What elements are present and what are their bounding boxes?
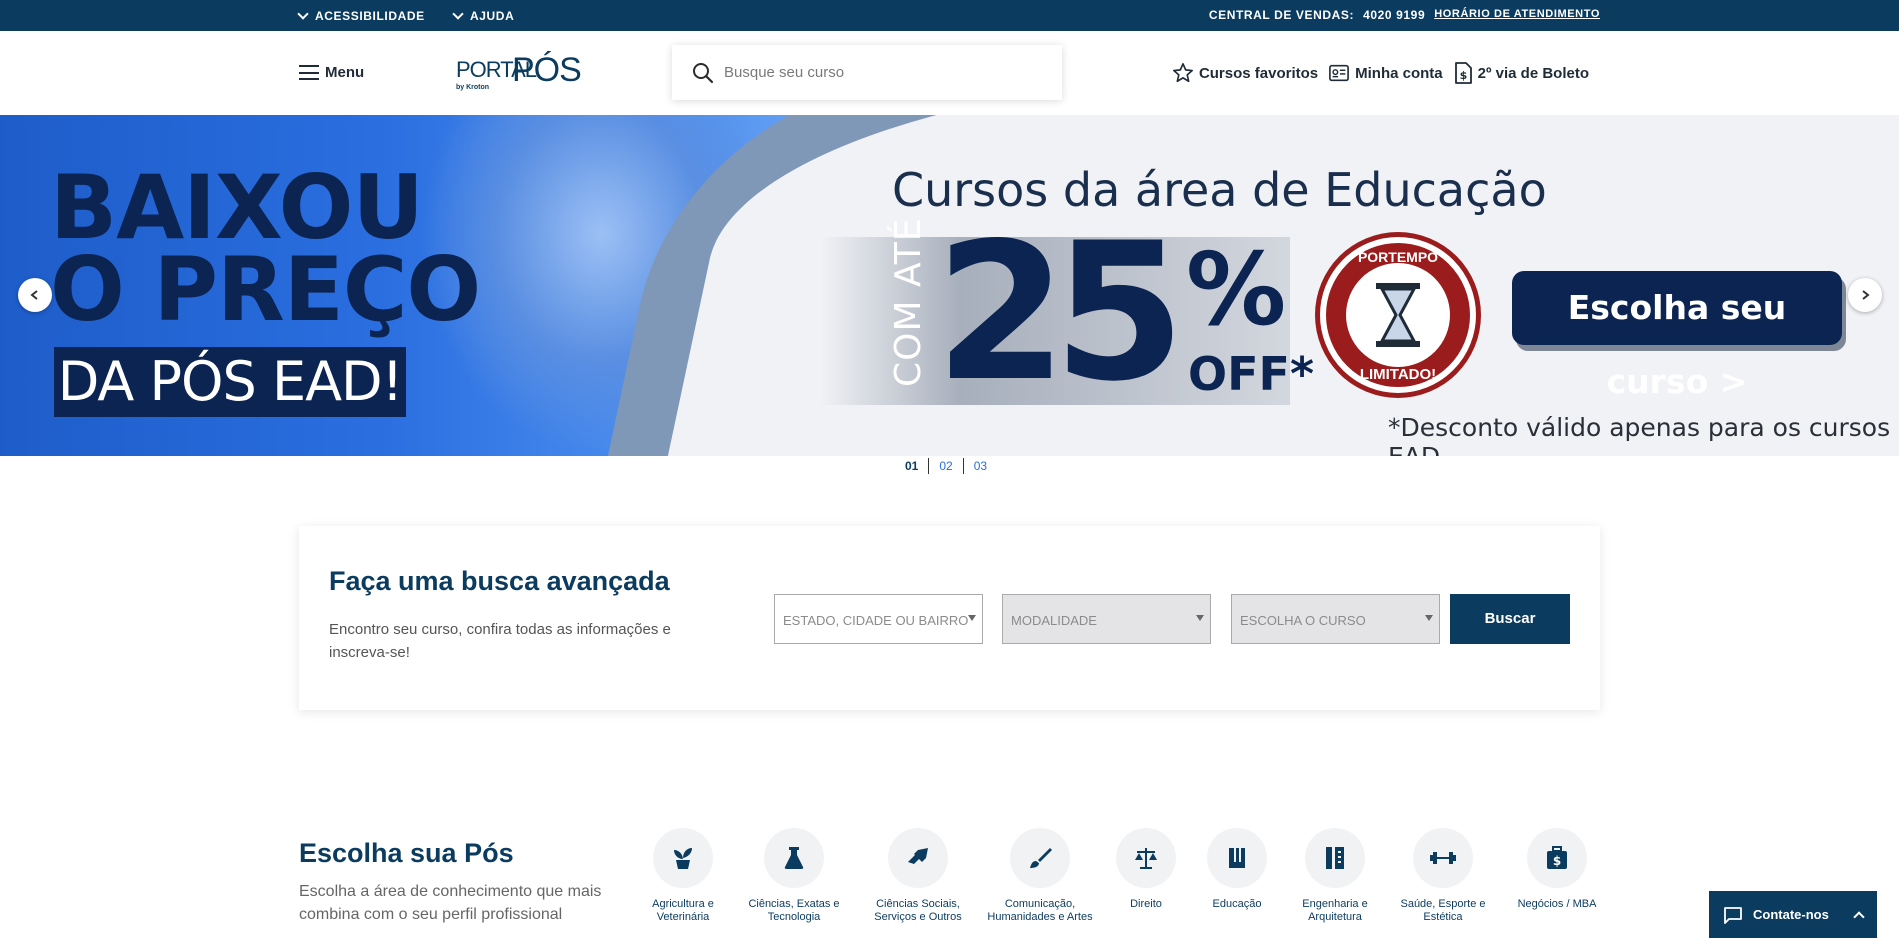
account-label: Minha conta — [1355, 64, 1443, 82]
caret-down-icon — [1425, 615, 1433, 621]
menu-button[interactable]: Menu — [299, 64, 364, 81]
banner-headline: BAIXOU O PREÇO — [50, 156, 481, 341]
category-ciencias-exatas[interactable]: Ciências, Exatas e Tecnologia — [739, 828, 849, 924]
discount-off: OFF* — [1188, 347, 1315, 401]
discount-number: 25 — [935, 202, 1185, 423]
hamburger-icon — [299, 65, 319, 80]
ruler-icon — [1326, 847, 1344, 869]
sales-label: CENTRAL DE VENDAS: — [1208, 8, 1355, 22]
chevron-down-icon — [452, 7, 464, 20]
advanced-search-panel: Faça uma busca avançada Encontro seu cur… — [299, 526, 1600, 710]
location-select[interactable]: ESTADO, CIDADE OU BAIRRO — [774, 594, 983, 644]
category-comunicacao[interactable]: Comunicação, Humanidades e Artes — [985, 828, 1095, 924]
promo-banner[interactable]: BAIXOU O PREÇO DA PÓS EAD! Cursos da áre… — [0, 115, 1899, 456]
carousel-page-3[interactable]: 03 — [974, 459, 987, 473]
category-engenharia[interactable]: Engenharia e Arquitetura — [1280, 828, 1390, 924]
accessibility-label: ACESSIBILIDADE — [315, 9, 425, 23]
favorites-label: Cursos favoritos — [1198, 64, 1319, 82]
modalidade-select[interactable]: MODALIDADE — [1002, 594, 1211, 644]
caret-down-icon — [968, 615, 976, 621]
contact-label: Contate-nos — [1753, 907, 1829, 922]
discount-percent: % — [1186, 231, 1287, 348]
hourglass-icon — [1376, 283, 1420, 347]
caret-down-icon — [1196, 615, 1204, 621]
menu-label: Menu — [325, 64, 365, 81]
top-bar: ACESSIBILIDADE AJUDA CENTRAL DE VENDAS: … — [0, 0, 1899, 31]
help-dropdown[interactable]: AJUDA — [452, 7, 515, 23]
carousel-page-2[interactable]: 02 — [939, 459, 952, 473]
svg-text:$: $ — [1553, 854, 1561, 868]
scale-icon — [1135, 848, 1157, 869]
account-link[interactable]: Minha conta — [1328, 61, 1443, 85]
chevron-right-icon — [1862, 290, 1870, 300]
search-button[interactable]: Buscar — [1450, 594, 1570, 644]
handshake-icon — [908, 848, 928, 868]
limited-time-seal: PORTEMPO LIMITADO! — [1320, 237, 1476, 393]
site-header: Menu PORTAL PÓS by Kroton Cursos favorit… — [0, 31, 1899, 115]
chevron-left-icon — [30, 290, 38, 300]
plant-icon — [674, 848, 692, 869]
sales-phone[interactable]: 4020 9199 — [1363, 8, 1425, 22]
brush-icon — [1030, 848, 1052, 868]
boleto-label: 2º via de Boleto — [1477, 64, 1589, 82]
category-agricultura[interactable]: Agricultura e Veterinária — [628, 828, 738, 924]
advanced-search-title: Faça uma busca avançada — [329, 566, 670, 596]
favorites-link[interactable]: Cursos favoritos — [1172, 61, 1318, 85]
accessibility-dropdown[interactable]: ACESSIBILIDADE — [297, 7, 425, 23]
book-icon — [1229, 848, 1245, 868]
carousel-prev-button[interactable] — [18, 278, 52, 312]
category-ciencias-sociais[interactable]: Ciências Sociais, Serviços e Outros — [863, 828, 973, 924]
course-select[interactable]: ESCOLHA O CURSO — [1231, 594, 1440, 644]
sales-info: CENTRAL DE VENDAS: 4020 9199 HORÁRIO DE … — [1209, 8, 1600, 22]
chevron-up-icon — [1853, 910, 1865, 923]
chat-icon — [1724, 906, 1742, 924]
briefcase-icon: $ — [1547, 846, 1567, 869]
choose-course-button[interactable]: Escolha seu curso > — [1512, 271, 1842, 401]
boleto-link[interactable]: $ 2º via de Boleto — [1453, 61, 1589, 85]
header-links: Cursos favoritos Minha conta $ 2º via de… — [1172, 61, 1589, 85]
svg-text:$: $ — [1459, 69, 1467, 82]
carousel-page-1[interactable]: 01 — [905, 459, 918, 473]
flask-icon — [784, 847, 804, 869]
dumbbell-icon — [1430, 852, 1456, 864]
chevron-down-icon — [297, 7, 309, 20]
categories-title: Escolha sua Pós — [299, 838, 514, 868]
search-input[interactable] — [724, 64, 1024, 81]
portal-pos-logo[interactable]: PORTAL PÓS by Kroton — [456, 51, 582, 95]
opening-hours-link[interactable]: HORÁRIO DE ATENDIMENTO — [1434, 8, 1600, 22]
banner-disclaimer: *Desconto válido apenas para os cursos E… — [1388, 413, 1891, 456]
carousel-pagination: 01 02 03 — [905, 458, 987, 474]
banner-com-ate: COM ATÉ — [888, 217, 929, 387]
search-icon — [693, 62, 714, 83]
search-box[interactable] — [672, 45, 1062, 100]
category-educacao[interactable]: Educação — [1182, 828, 1292, 911]
category-negocios[interactable]: $ Negócios / MBA — [1502, 828, 1612, 911]
banner-headline-pill: DA PÓS EAD! — [54, 347, 406, 417]
categories-subtitle: Escolha a área de conhecimento que mais … — [299, 883, 602, 923]
invoice-icon: $ — [1454, 62, 1472, 84]
advanced-search-description: Encontro seu curso, confira todas as inf… — [329, 621, 671, 661]
contact-chat-button[interactable]: Contate-nos — [1709, 891, 1877, 938]
carousel-next-button[interactable] — [1848, 278, 1882, 312]
id-card-icon — [1329, 64, 1350, 82]
category-saude[interactable]: Saúde, Esporte e Estética — [1388, 828, 1498, 924]
help-label: AJUDA — [470, 9, 515, 23]
star-icon — [1172, 63, 1193, 83]
